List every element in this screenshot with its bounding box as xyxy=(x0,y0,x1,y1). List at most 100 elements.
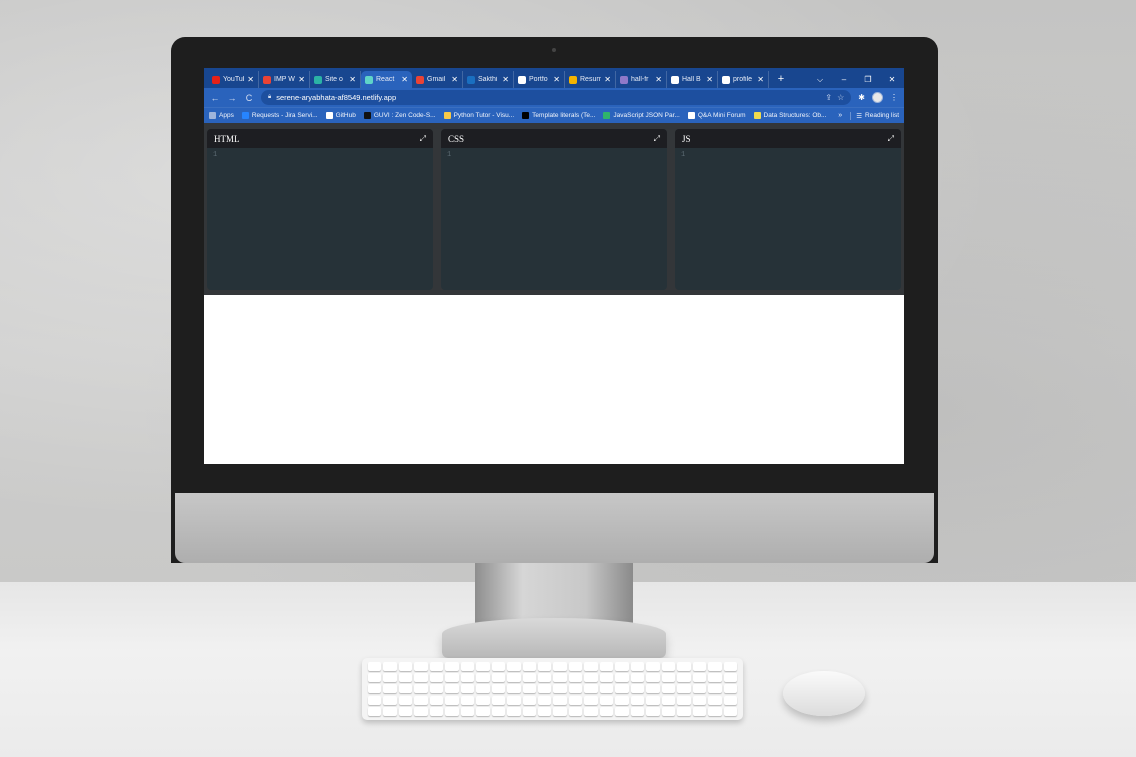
bookmark-label: Q&A Mini Forum xyxy=(697,112,746,119)
browser-tab[interactable]: Resum ✕ xyxy=(565,71,616,88)
close-tab-icon[interactable]: ✕ xyxy=(706,75,713,84)
bookmark-label: Data Structures: Ob... xyxy=(763,112,827,119)
expand-icon[interactable]: ⤢ xyxy=(420,134,426,144)
new-tab-button[interactable]: + xyxy=(773,71,789,88)
restore-button[interactable]: ❐ xyxy=(856,75,880,84)
bookmark-item[interactable]: JavaScript JSON Par... xyxy=(603,112,680,119)
forward-button[interactable]: → xyxy=(227,93,237,103)
keyboard-key xyxy=(445,673,459,683)
tab-title: Sakthi xyxy=(478,76,498,83)
keyboard-key xyxy=(398,673,413,683)
browser-tab[interactable]: YouTub ✕ xyxy=(208,71,259,88)
html-editor-title: HTML xyxy=(214,133,240,144)
browser-tab[interactable]: React ✕ xyxy=(361,71,412,88)
close-tab-icon[interactable]: ✕ xyxy=(298,75,305,84)
tab-title: Site o xyxy=(325,76,343,83)
browser-tab[interactable]: Gmail ✕ xyxy=(412,71,463,88)
close-tab-icon[interactable]: ✕ xyxy=(553,75,560,84)
tab-title: hall-fr xyxy=(631,76,649,83)
monitor-screen: YouTub ✕ IMP W ✕ Site o ✕ React ✕ Gmail ✕ Sakthi ✕ P… xyxy=(204,68,904,464)
browser-tab[interactable]: Portfo ✕ xyxy=(514,71,565,88)
close-window-button[interactable]: ✕ xyxy=(880,75,904,84)
extensions-puzzle-icon[interactable]: ✱ xyxy=(858,93,865,102)
keyboard-key xyxy=(599,673,614,683)
keyboard-key xyxy=(398,695,413,705)
keyboard-key xyxy=(615,662,629,671)
keyboard-key xyxy=(414,662,428,671)
bookmark-item[interactable]: Q&A Mini Forum xyxy=(687,112,746,119)
linkedin-icon xyxy=(467,75,475,84)
browser-tab[interactable]: Site o ✕ xyxy=(310,71,361,88)
browser-menu-button[interactable]: ⋮ xyxy=(890,93,898,102)
close-tab-icon[interactable]: ✕ xyxy=(451,75,458,84)
close-tab-icon[interactable]: ✕ xyxy=(757,75,764,84)
drive-icon xyxy=(569,75,577,84)
keyboard-key xyxy=(708,684,722,694)
keyboard-key xyxy=(646,684,660,694)
lock-icon[interactable]: 🔒︎ xyxy=(268,94,271,101)
keyboard-key xyxy=(522,684,537,694)
expand-icon[interactable]: ⤢ xyxy=(654,134,660,144)
browser-tab[interactable]: Sakthi ✕ xyxy=(463,71,514,88)
keyboard-key xyxy=(460,695,475,705)
keyboard-key xyxy=(708,673,722,683)
address-url[interactable]: serene-aryabhata-af8549.netlify.app xyxy=(276,93,820,102)
bookmark-item[interactable]: GitHub xyxy=(325,112,356,119)
close-tab-icon[interactable]: ✕ xyxy=(604,75,611,84)
minimize-button[interactable]: – xyxy=(832,75,856,84)
bookmark-label: GUVI : Zen Code-S... xyxy=(373,112,436,119)
keyboard-key xyxy=(584,684,598,694)
reading-list-button[interactable]: ☰ Reading list xyxy=(850,111,899,120)
close-tab-icon[interactable]: ✕ xyxy=(349,75,356,84)
browser-tab[interactable]: profile ✕ xyxy=(718,71,769,88)
reload-button[interactable]: C xyxy=(244,93,254,103)
tab-title: Portfo xyxy=(529,76,548,83)
keyboard-key xyxy=(584,673,598,683)
keyboard-key xyxy=(599,662,614,671)
keyboard-key xyxy=(661,684,676,694)
close-tab-icon[interactable]: ✕ xyxy=(401,75,408,84)
html-editor-pane: HTML ⤢ 1 xyxy=(207,129,433,290)
bookmark-item[interactable]: Template literals (Te... xyxy=(522,112,595,119)
netlify-icon xyxy=(314,75,322,84)
bookmark-item[interactable]: Apps xyxy=(209,112,234,119)
keyboard-key xyxy=(615,706,629,716)
keyboard-key xyxy=(708,662,722,671)
tab-search-icon[interactable]: ⌵ xyxy=(808,75,832,85)
bookmark-item[interactable]: GUVI : Zen Code-S... xyxy=(363,112,436,119)
css-code-editor[interactable]: 1 xyxy=(441,148,667,290)
keyboard-key xyxy=(507,695,521,705)
bookmarks-bar: Apps Requests - Jira Servi... GitHub GUVI :… xyxy=(204,107,904,123)
bookmark-item[interactable]: Python Tutor - Visu... xyxy=(443,112,514,119)
keyboard-key xyxy=(522,706,537,716)
expand-icon[interactable]: ⤢ xyxy=(888,134,894,144)
js-code-editor[interactable]: 1 xyxy=(675,148,901,290)
bookmarks-overflow-button[interactable]: » xyxy=(838,112,842,119)
keyboard-key xyxy=(599,706,614,716)
preview-output-frame[interactable] xyxy=(204,295,904,464)
keyboard-key xyxy=(398,684,413,694)
close-tab-icon[interactable]: ✕ xyxy=(502,75,509,84)
youtube-icon xyxy=(212,75,220,84)
share-icon[interactable]: ⇪ xyxy=(825,93,832,102)
bookmark-item[interactable]: Requests - Jira Servi... xyxy=(241,112,318,119)
html-code-editor[interactable]: 1 xyxy=(207,148,433,290)
bookmark-star-icon[interactable]: ☆ xyxy=(837,93,844,102)
bookmark-item[interactable]: Data Structures: Ob... xyxy=(753,112,827,119)
keyboard-key xyxy=(368,673,382,683)
keyboard-key xyxy=(460,673,475,683)
keyboard-key xyxy=(568,684,583,694)
python-icon xyxy=(443,112,451,119)
back-button[interactable]: ← xyxy=(210,93,220,103)
close-tab-icon[interactable]: ✕ xyxy=(247,75,254,84)
address-bar[interactable]: 🔒︎ serene-aryabhata-af8549.netlify.app ⇪… xyxy=(261,90,852,105)
line-number: 1 xyxy=(447,151,452,159)
keyboard-key xyxy=(630,673,645,683)
close-tab-icon[interactable]: ✕ xyxy=(655,75,662,84)
profile-avatar[interactable] xyxy=(872,92,883,103)
browser-tab[interactable]: Hall B ✕ xyxy=(667,71,718,88)
apps-grid-icon xyxy=(209,112,216,119)
webcam xyxy=(552,48,556,52)
browser-tab[interactable]: IMP W ✕ xyxy=(259,71,310,88)
browser-tab[interactable]: hall-fr ✕ xyxy=(616,71,667,88)
